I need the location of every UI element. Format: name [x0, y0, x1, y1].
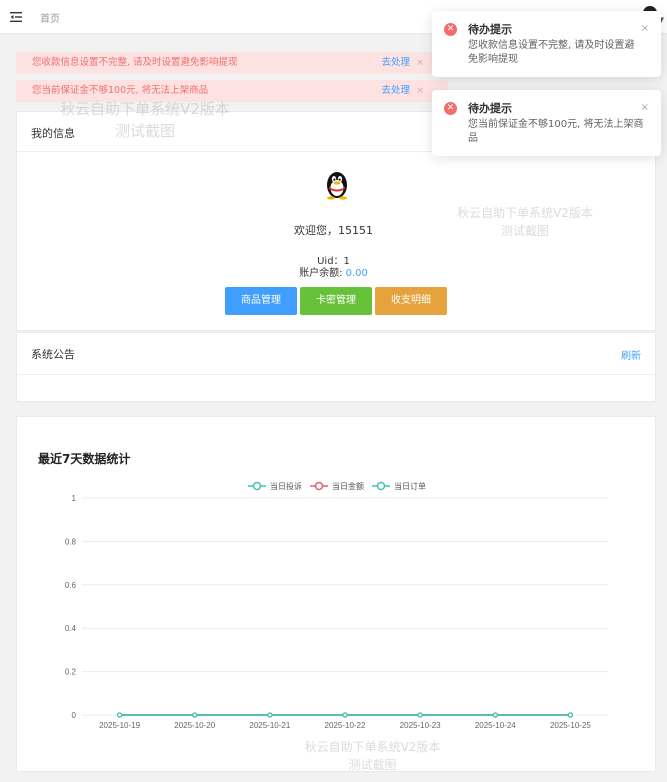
legend-marker — [376, 481, 386, 491]
alert-deposit: 您当前保证金不够100元, 将无法上架商品 去处理 × — [16, 80, 448, 102]
legend-label: 当日投诉 — [270, 481, 302, 491]
card-key-management-button[interactable]: 卡密管理 — [300, 287, 372, 315]
legend-marker — [252, 481, 262, 491]
balance-value: 0.00 — [345, 268, 368, 279]
y-tick-label: 0.2 — [65, 668, 77, 677]
close-icon[interactable]: × — [641, 102, 649, 113]
x-tick-label: 2025-10-24 — [475, 721, 516, 730]
stats-line-chart: 0 0.2 0.4 0.6 0.8 1 2025-10-19 2025-10-20 2025-1… — [65, 481, 608, 730]
close-icon[interactable]: × — [641, 23, 649, 34]
goods-management-button[interactable]: 商品管理 — [225, 287, 297, 315]
todo-toast: ✕ 待办提示 × 您当前保证金不够100元, 将无法上架商品 — [432, 90, 661, 156]
data-point — [116, 712, 123, 718]
x-tick-label: 2025-10-20 — [174, 721, 215, 730]
chart-title: 最近7天数据统计 — [38, 452, 131, 466]
error-icon: ✕ — [444, 102, 457, 115]
menu-fold-icon[interactable] — [10, 11, 22, 23]
alert-action-link[interactable]: 去处理 — [381, 52, 410, 74]
y-tick-label: 0.6 — [65, 581, 77, 590]
alert-text: 您当前保证金不够100元, 将无法上架商品 — [32, 85, 209, 96]
y-tick-label: 0.8 — [65, 537, 77, 546]
data-point — [417, 712, 423, 718]
legend-label: 当日金额 — [332, 481, 364, 491]
toast-title: 待办提示 — [468, 23, 512, 36]
y-tick-label: 0 — [72, 711, 77, 720]
toast-message: 您收款信息设置不完整, 请及时设置避免影响提现 — [468, 40, 635, 65]
close-icon[interactable]: × — [416, 52, 424, 74]
x-tick-label: 2025-10-19 — [99, 721, 140, 730]
legend-marker — [314, 481, 324, 491]
close-icon[interactable]: × — [416, 80, 424, 102]
x-tick-label: 2025-10-21 — [249, 721, 290, 730]
todo-toast: ✕ 待办提示 × 您收款信息设置不完整, 请及时设置避免影响提现 — [432, 11, 661, 77]
balance-text: 账户余额: 0.00 — [0, 264, 667, 279]
income-expense-button[interactable]: 收支明细 — [375, 287, 447, 315]
toast-title: 待办提示 — [468, 102, 512, 115]
data-point — [342, 712, 348, 718]
x-tick-label: 2025-10-22 — [325, 721, 366, 730]
legend-label: 当日订单 — [394, 481, 426, 491]
data-point — [267, 712, 273, 718]
x-tick-label: 2025-10-25 — [550, 721, 591, 730]
welcome-text: 欢迎您，15151 — [294, 224, 373, 237]
data-point — [492, 712, 498, 718]
data-point — [192, 712, 198, 718]
alert-action-link[interactable]: 去处理 — [381, 80, 410, 102]
y-tick-label: 1 — [72, 494, 77, 503]
x-tick-label: 2025-10-23 — [400, 721, 441, 730]
data-point — [567, 712, 574, 718]
toast-message: 您当前保证金不够100元, 将无法上架商品 — [468, 119, 644, 144]
balance-label: 账户余额: — [299, 268, 346, 279]
card-header: 系统公告 刷新 — [17, 333, 655, 375]
alert-payment-info: 您收款信息设置不完整, 请及时设置避免影响提现 去处理 × — [16, 52, 448, 74]
system-notice-card: 系统公告 刷新 — [16, 332, 656, 402]
y-tick-label: 0.4 — [65, 624, 77, 633]
card-title: 系统公告 — [31, 348, 75, 361]
card-title: 我的信息 — [31, 127, 75, 140]
error-icon: ✕ — [444, 23, 457, 36]
alert-text: 您收款信息设置不完整, 请及时设置避免影响提现 — [32, 57, 238, 68]
refresh-link[interactable]: 刷新 — [621, 347, 641, 362]
breadcrumb-home[interactable]: 首页 — [40, 10, 60, 25]
qq-penguin-avatar — [327, 172, 347, 200]
